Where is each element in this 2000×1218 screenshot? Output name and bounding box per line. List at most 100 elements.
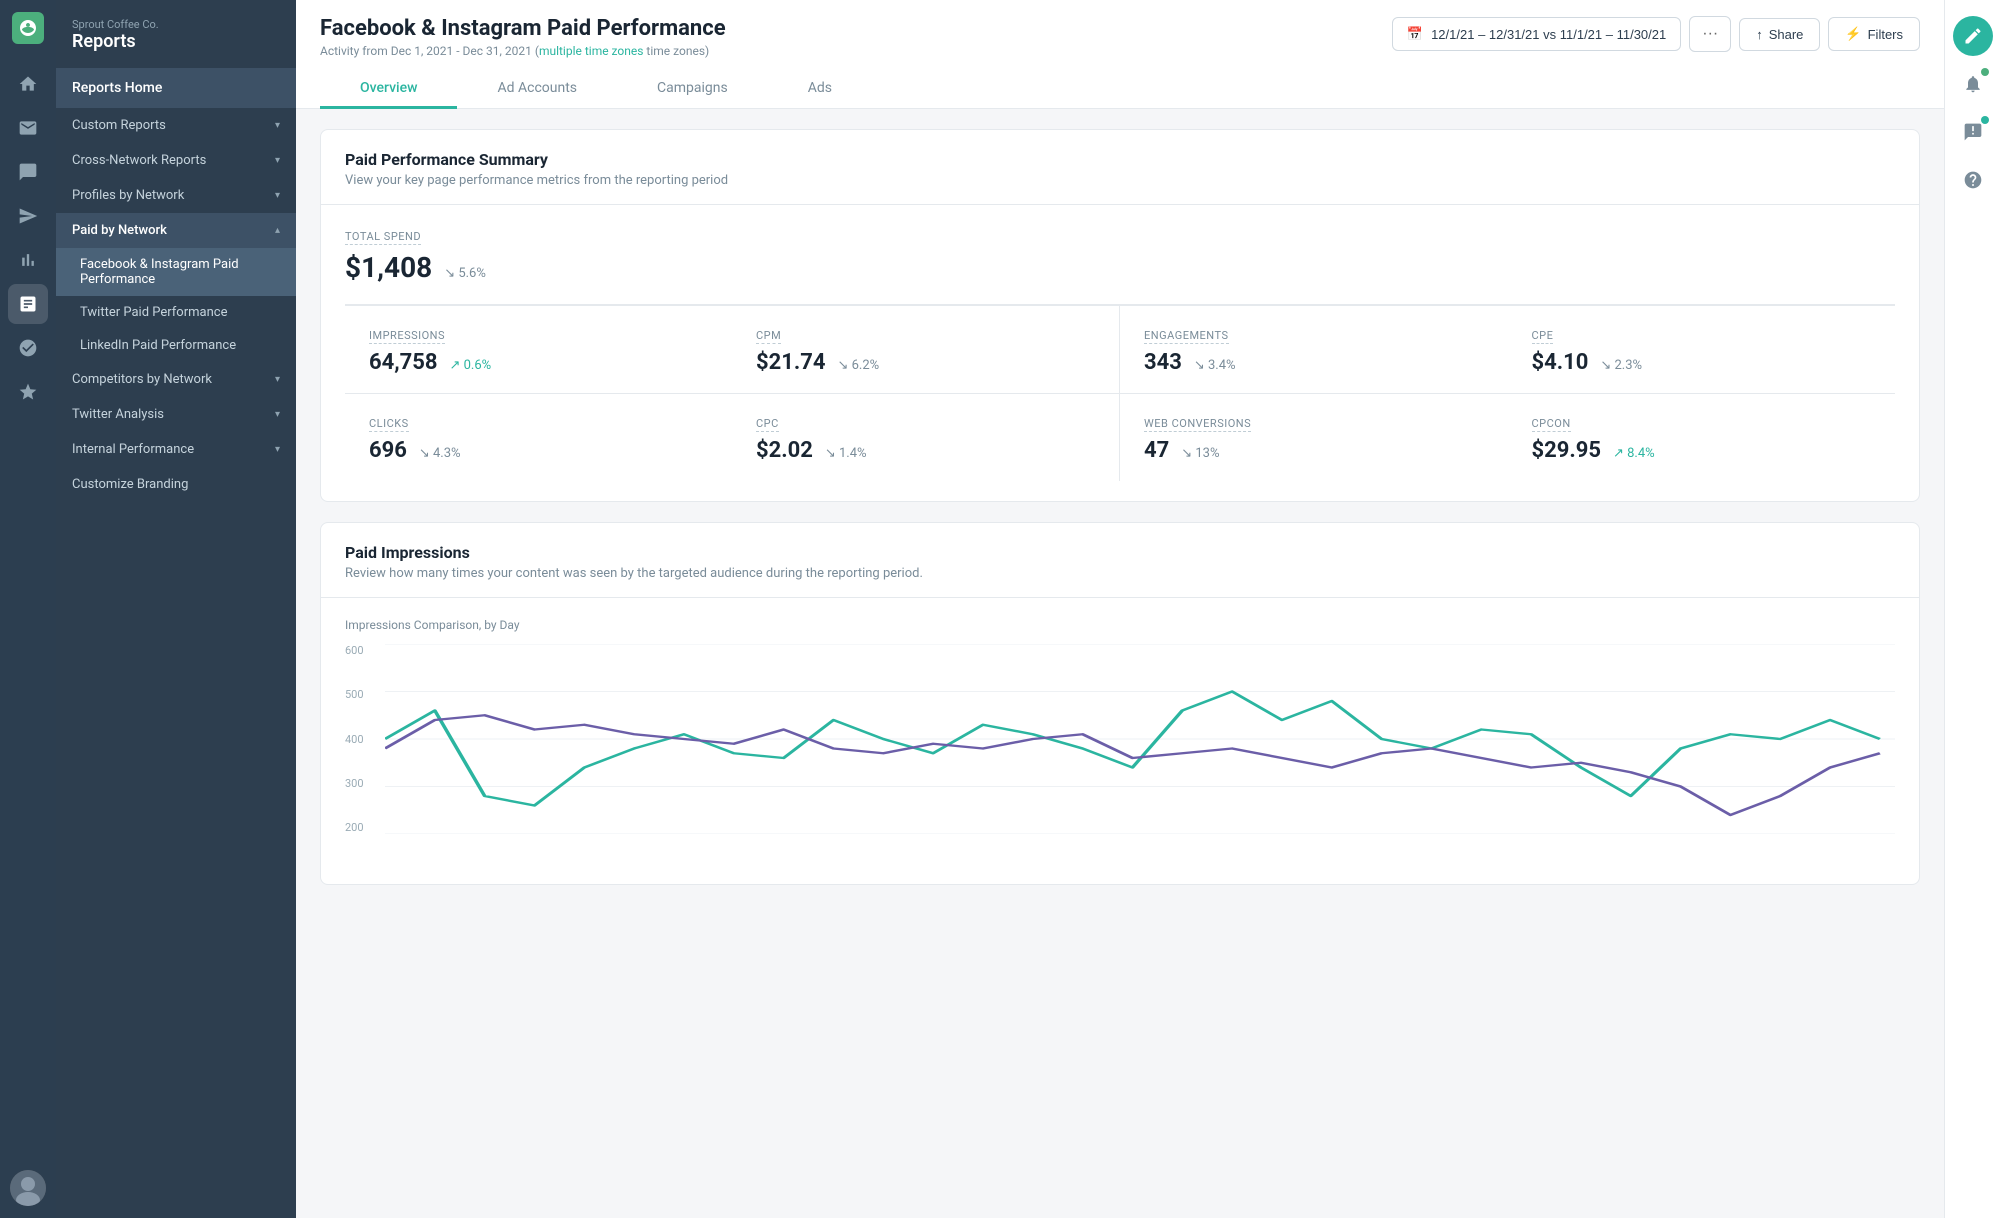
profiles-label: Profiles by Network xyxy=(72,188,184,203)
sidebar-item-cross-network[interactable]: Cross-Network Reports ▾ xyxy=(56,143,296,178)
nav-reports-icon[interactable] xyxy=(8,284,48,324)
clicks-label: Clicks xyxy=(369,417,409,432)
nav-analytics-icon[interactable] xyxy=(8,240,48,280)
chevron-right-icon: ▾ xyxy=(275,444,280,455)
chart-container: 600 500 400 300 200 xyxy=(345,644,1895,864)
line-chart-svg xyxy=(385,644,1895,834)
chevron-right-icon: ▾ xyxy=(275,409,280,420)
metrics-col-right: Engagements 343 ↘ 3.4% CPE $4.10 ↘ 2.3% xyxy=(1120,306,1895,481)
web-conv-change: ↘ 13% xyxy=(1181,446,1219,461)
nav-publish-icon[interactable] xyxy=(8,196,48,236)
y-label-500: 500 xyxy=(345,688,364,701)
sidebar-item-reports-home[interactable]: Reports Home xyxy=(56,68,296,108)
calendar-icon: 📅 xyxy=(1407,26,1423,42)
nav-star-icon[interactable] xyxy=(8,372,48,412)
main-content: Facebook & Instagram Paid Performance Ac… xyxy=(296,0,1944,1218)
summary-card: Paid Performance Summary View your key p… xyxy=(320,129,1920,502)
cpe-change: ↘ 2.3% xyxy=(1600,358,1642,373)
clicks-value-row: 696 ↘ 4.3% xyxy=(369,438,708,463)
custom-reports-label: Custom Reports xyxy=(72,118,166,133)
reports-home-label: Reports Home xyxy=(72,80,162,96)
sidebar-item-customize-branding[interactable]: Customize Branding xyxy=(56,467,296,502)
chart-section: Impressions Comparison, by Day 600 500 4… xyxy=(321,598,1919,884)
icon-rail xyxy=(0,0,56,1218)
compose-icon[interactable] xyxy=(1953,16,1993,56)
sidebar-item-linkedin-paid[interactable]: LinkedIn Paid Performance xyxy=(56,329,296,362)
engagements-value-row: 343 ↘ 3.4% xyxy=(1144,350,1484,375)
metric-cpm: CPM $21.74 ↘ 6.2% xyxy=(732,306,1119,394)
y-label-300: 300 xyxy=(345,777,364,790)
sidebar-item-profiles[interactable]: Profiles by Network ▾ xyxy=(56,178,296,213)
impressions-card-title: Paid Impressions xyxy=(345,543,1895,562)
impressions-change: ↗ 0.6% xyxy=(450,358,492,373)
internal-perf-label: Internal Performance xyxy=(72,442,194,457)
sidebar-item-twitter-paid[interactable]: Twitter Paid Performance xyxy=(56,296,296,329)
tab-ad-accounts[interactable]: Ad Accounts xyxy=(457,70,617,109)
nav-home-icon[interactable] xyxy=(8,64,48,104)
sidebar-header: Sprout Coffee Co. Reports xyxy=(56,0,296,68)
competitors-label: Competitors by Network xyxy=(72,372,212,387)
page-subtitle: Activity from Dec 1, 2021 - Dec 31, 2021… xyxy=(320,44,726,58)
cpm-label: CPM xyxy=(756,329,781,344)
chevron-right-icon: ▾ xyxy=(275,155,280,166)
cpm-change: ↘ 6.2% xyxy=(837,358,879,373)
sidebar-item-internal-perf[interactable]: Internal Performance ▾ xyxy=(56,432,296,467)
sidebar-item-custom-reports[interactable]: Custom Reports ▾ xyxy=(56,108,296,143)
impressions-card: Paid Impressions Review how many times y… xyxy=(320,522,1920,885)
sidebar-item-fb-ig-paid[interactable]: Facebook & Instagram Paid Performance xyxy=(56,248,296,296)
nav-inbox-icon[interactable] xyxy=(8,108,48,148)
nav-messages-icon[interactable] xyxy=(8,152,48,192)
topbar: Facebook & Instagram Paid Performance Ac… xyxy=(296,0,1944,109)
total-spend-label: Total Spend xyxy=(345,230,421,245)
app-title: Reports xyxy=(72,31,280,52)
metric-cpc: CPC $2.02 ↘ 1.4% xyxy=(732,394,1119,481)
tab-ads[interactable]: Ads xyxy=(768,70,872,109)
page-title: Facebook & Instagram Paid Performance xyxy=(320,16,726,41)
timezone-link[interactable]: multiple time zones xyxy=(539,44,644,58)
metrics-grid: Impressions 64,758 ↗ 0.6% CPM $21.74 ↘ 6… xyxy=(345,305,1895,481)
chart-label: Impressions Comparison, by Day xyxy=(345,618,1895,632)
content-area: Paid Performance Summary View your key p… xyxy=(296,109,1944,1218)
cpe-label: CPE xyxy=(1532,329,1554,344)
metric-cpcon: CPCon $29.95 ↗ 8.4% xyxy=(1508,394,1896,481)
web-conv-value: 47 xyxy=(1144,438,1169,463)
filters-button[interactable]: ⚡ Filters xyxy=(1828,17,1920,51)
notifications-icon[interactable] xyxy=(1953,64,1993,104)
share-button[interactable]: ↑ Share xyxy=(1739,18,1820,51)
cpcon-change: ↗ 8.4% xyxy=(1613,446,1655,461)
date-range-button[interactable]: 📅 12/1/21 – 12/31/21 vs 11/1/21 – 11/30/… xyxy=(1392,17,1681,51)
metric-impressions: Impressions 64,758 ↗ 0.6% xyxy=(345,306,732,394)
chevron-right-icon: ▾ xyxy=(275,120,280,131)
date-range-label: 12/1/21 – 12/31/21 vs 11/1/21 – 11/30/21 xyxy=(1431,27,1666,42)
chevron-up-icon: ▴ xyxy=(275,225,280,236)
metrics-col-left: Impressions 64,758 ↗ 0.6% CPM $21.74 ↘ 6… xyxy=(345,306,1120,481)
help-icon[interactable] xyxy=(1953,160,1993,200)
sidebar-item-competitors[interactable]: Competitors by Network ▾ xyxy=(56,362,296,397)
sidebar-item-twitter-analysis[interactable]: Twitter Analysis ▾ xyxy=(56,397,296,432)
share-icon: ↑ xyxy=(1756,27,1763,42)
tab-overview[interactable]: Overview xyxy=(320,70,457,109)
sidebar: Sprout Coffee Co. Reports Reports Home C… xyxy=(56,0,296,1218)
fb-ig-paid-label: Facebook & Instagram Paid Performance xyxy=(80,257,239,287)
nav-automation-icon[interactable] xyxy=(8,328,48,368)
impressions-card-header: Paid Impressions Review how many times y… xyxy=(321,523,1919,598)
summary-card-subtitle: View your key page performance metrics f… xyxy=(345,173,1895,188)
feedback-icon[interactable] xyxy=(1953,112,1993,152)
impressions-value-row: 64,758 ↗ 0.6% xyxy=(369,350,708,375)
tabs: Overview Ad Accounts Campaigns Ads xyxy=(320,70,1920,108)
user-avatar[interactable] xyxy=(10,1170,46,1206)
cpc-label: CPC xyxy=(756,417,779,432)
sidebar-item-paid-by-network[interactable]: Paid by Network ▴ xyxy=(56,213,296,248)
summary-card-header: Paid Performance Summary View your key p… xyxy=(321,130,1919,205)
engagements-value: 343 xyxy=(1144,350,1182,375)
chevron-right-icon: ▾ xyxy=(275,190,280,201)
cpe-value-row: $4.10 ↘ 2.3% xyxy=(1532,350,1872,375)
cpcon-label: CPCon xyxy=(1532,417,1571,432)
more-options-button[interactable]: ··· xyxy=(1689,16,1731,52)
cpcon-value: $29.95 xyxy=(1532,438,1602,463)
clicks-change: ↘ 4.3% xyxy=(419,446,461,461)
company-name: Sprout Coffee Co. xyxy=(72,18,280,31)
right-rail xyxy=(1944,0,2000,1218)
cross-network-label: Cross-Network Reports xyxy=(72,153,206,168)
tab-campaigns[interactable]: Campaigns xyxy=(617,70,768,109)
